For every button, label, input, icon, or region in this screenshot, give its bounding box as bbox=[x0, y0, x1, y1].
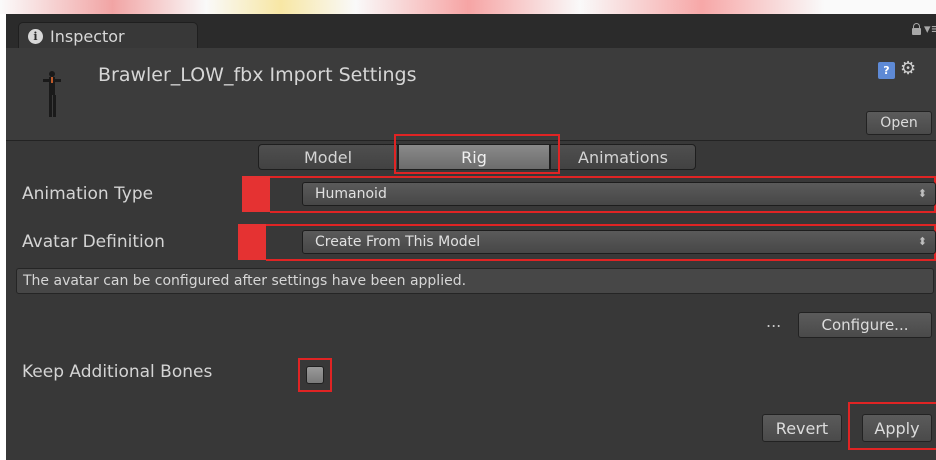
highlight-apply bbox=[848, 402, 936, 450]
popup-arrow-icon: ⬍ bbox=[917, 235, 927, 248]
configure-button[interactable]: Configure... bbox=[798, 312, 932, 338]
open-button[interactable]: Open bbox=[866, 111, 932, 135]
animation-type-label: Animation Type bbox=[22, 184, 154, 204]
asset-header: Brawler_LOW_fbx Import Settings ? ⚙ Open bbox=[6, 48, 936, 140]
highlight-checkbox bbox=[298, 358, 332, 392]
tab-inspector[interactable]: i Inspector bbox=[18, 22, 198, 50]
lock-icon[interactable] bbox=[912, 23, 921, 35]
gear-icon[interactable]: ⚙ bbox=[900, 58, 916, 79]
animation-type-popup[interactable]: Humanoid ⬍ bbox=[302, 182, 936, 206]
avatar-definition-value: Create From This Model bbox=[315, 234, 481, 250]
inspector-window: i Inspector ▾≡ Brawler_LOW_fbx Import Se… bbox=[6, 14, 936, 460]
model-preview-icon bbox=[43, 71, 61, 117]
tab-animations[interactable]: Animations bbox=[550, 144, 696, 170]
revert-button[interactable]: Revert bbox=[762, 414, 842, 442]
tab-model[interactable]: Model bbox=[258, 144, 398, 170]
help-icon[interactable]: ? bbox=[878, 62, 895, 79]
avatar-definition-popup[interactable]: Create From This Model ⬍ bbox=[302, 230, 936, 254]
info-message: The avatar can be configured after setti… bbox=[16, 268, 934, 294]
tab-title: Inspector bbox=[50, 27, 125, 46]
avatar-definition-label: Avatar Definition bbox=[22, 232, 165, 252]
info-icon: i bbox=[28, 29, 43, 44]
highlight-marker bbox=[242, 176, 270, 212]
highlight-marker bbox=[238, 224, 266, 260]
asset-title: Brawler_LOW_fbx Import Settings bbox=[98, 64, 417, 86]
ellipsis-text: ... bbox=[766, 312, 782, 331]
keep-bones-label: Keep Additional Bones bbox=[22, 362, 213, 382]
animation-type-value: Humanoid bbox=[315, 186, 387, 202]
background-strip bbox=[0, 0, 936, 14]
highlight-rig-tab bbox=[394, 134, 560, 174]
tab-bar: i Inspector ▾≡ bbox=[6, 14, 936, 50]
menu-icon[interactable]: ▾≡ bbox=[924, 22, 936, 37]
popup-arrow-icon: ⬍ bbox=[917, 187, 927, 200]
